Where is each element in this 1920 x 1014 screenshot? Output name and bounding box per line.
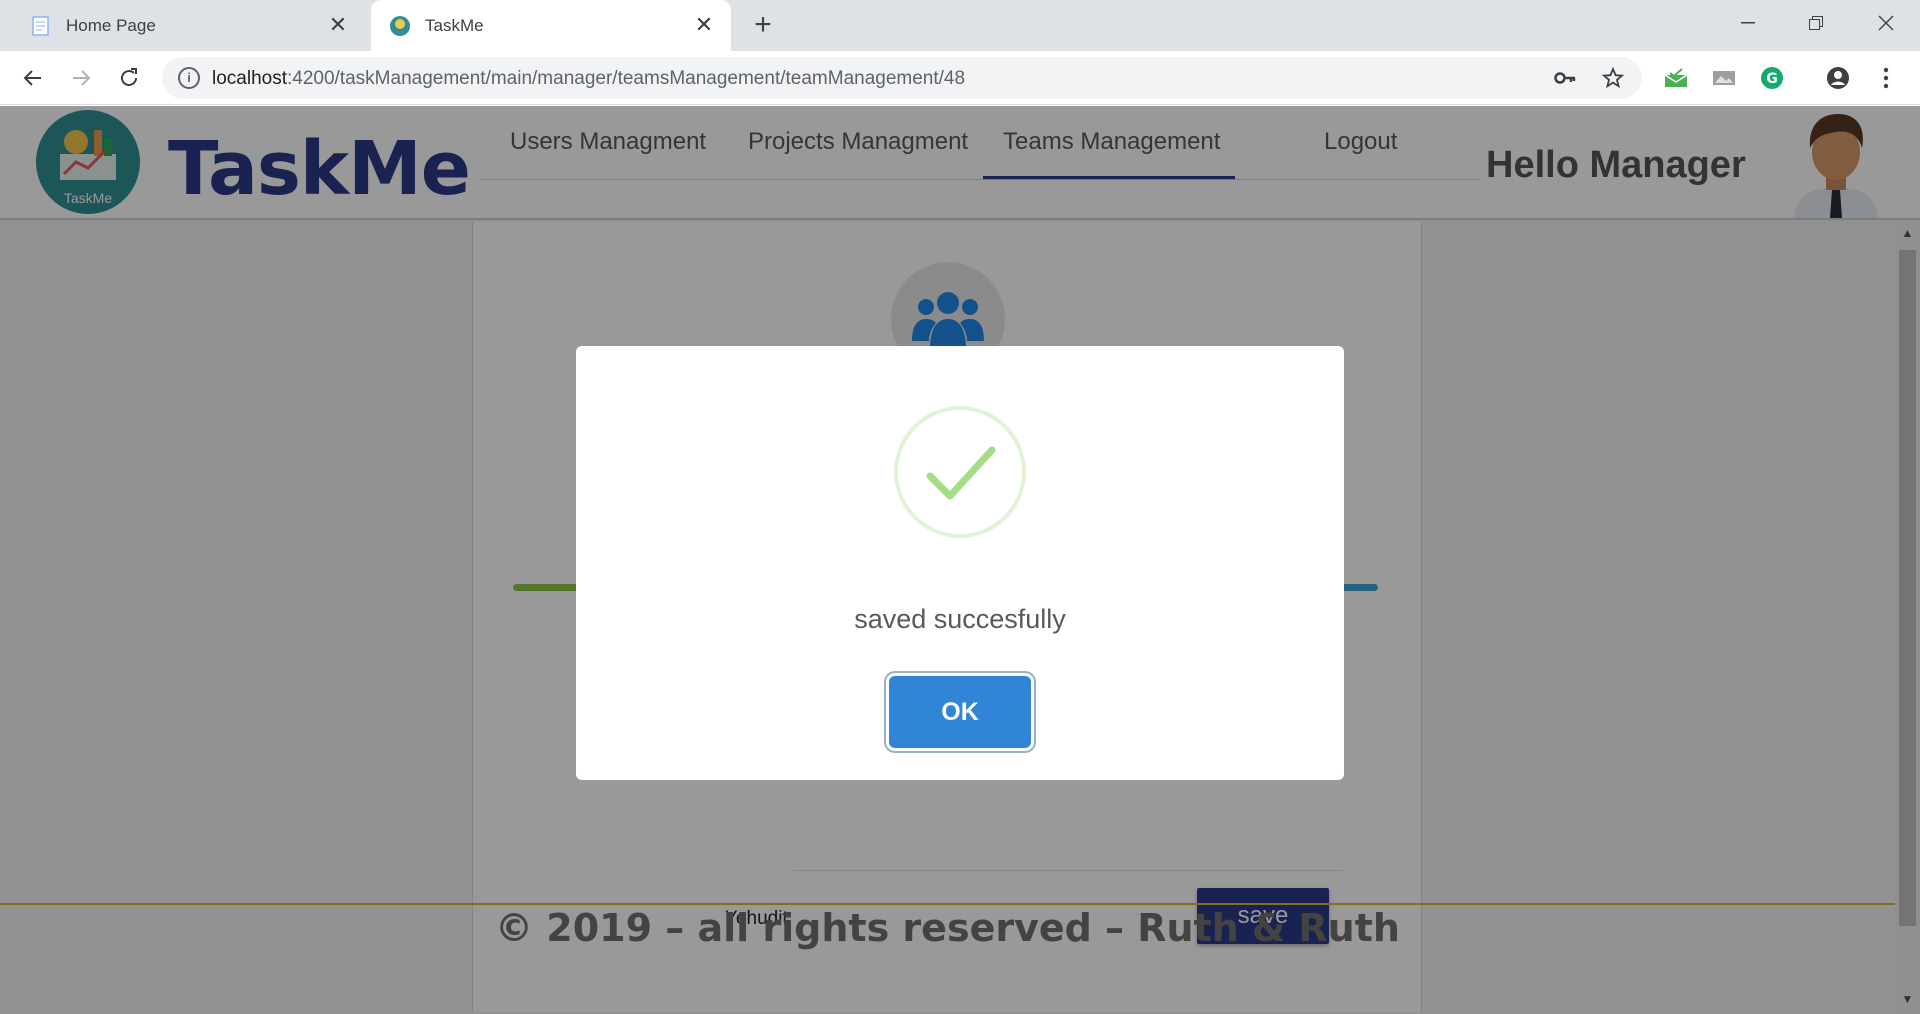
tab-taskme[interactable]: TaskMe ✕ — [371, 0, 731, 51]
site-info-icon[interactable]: i — [178, 67, 200, 89]
address-bar[interactable]: i localhost:4200/taskManagement/main/man… — [162, 57, 1642, 99]
extension-image-icon[interactable] — [1710, 64, 1738, 92]
close-icon[interactable]: ✕ — [693, 14, 715, 36]
extension-grammarly-icon[interactable]: G — [1758, 64, 1786, 92]
window-close-icon[interactable] — [1866, 8, 1906, 38]
page: TaskMe TaskMe Users Managment Projects M… — [0, 106, 1920, 1014]
menu-dots-icon[interactable] — [1872, 64, 1900, 92]
restore-icon[interactable] — [1796, 8, 1836, 38]
back-icon[interactable] — [16, 61, 50, 95]
key-icon[interactable] — [1552, 65, 1578, 91]
minimize-icon[interactable] — [1728, 8, 1768, 38]
success-check-icon — [894, 406, 1026, 538]
tab-title: TaskMe — [425, 15, 484, 35]
svg-text:G: G — [1766, 71, 1778, 87]
dialog-message: saved succesfully — [854, 604, 1066, 634]
profile-icon[interactable] — [1824, 64, 1852, 92]
modal-overlay[interactable]: saved succesfully OK — [0, 106, 1920, 1014]
new-tab-plus-icon[interactable]: + — [748, 10, 778, 40]
forward-icon[interactable] — [64, 61, 98, 95]
success-dialog: saved succesfully OK — [576, 346, 1344, 780]
extension-mail-icon[interactable] — [1662, 64, 1690, 92]
close-icon[interactable]: ✕ — [327, 14, 349, 36]
tab-home-page[interactable]: Home Page ✕ — [10, 0, 365, 51]
browser-toolbar: i localhost:4200/taskManagement/main/man… — [0, 51, 1920, 105]
taskme-favicon-icon — [389, 15, 411, 37]
reload-icon[interactable] — [112, 61, 146, 95]
star-icon[interactable] — [1600, 65, 1626, 91]
browser-tab-bar: Home Page ✕ TaskMe ✕ + — [0, 0, 1920, 51]
document-icon — [30, 15, 52, 37]
url-text[interactable]: localhost:4200/taskManagement/main/manag… — [212, 68, 965, 90]
ok-button[interactable]: OK — [889, 676, 1031, 748]
tab-title: Home Page — [66, 15, 156, 35]
